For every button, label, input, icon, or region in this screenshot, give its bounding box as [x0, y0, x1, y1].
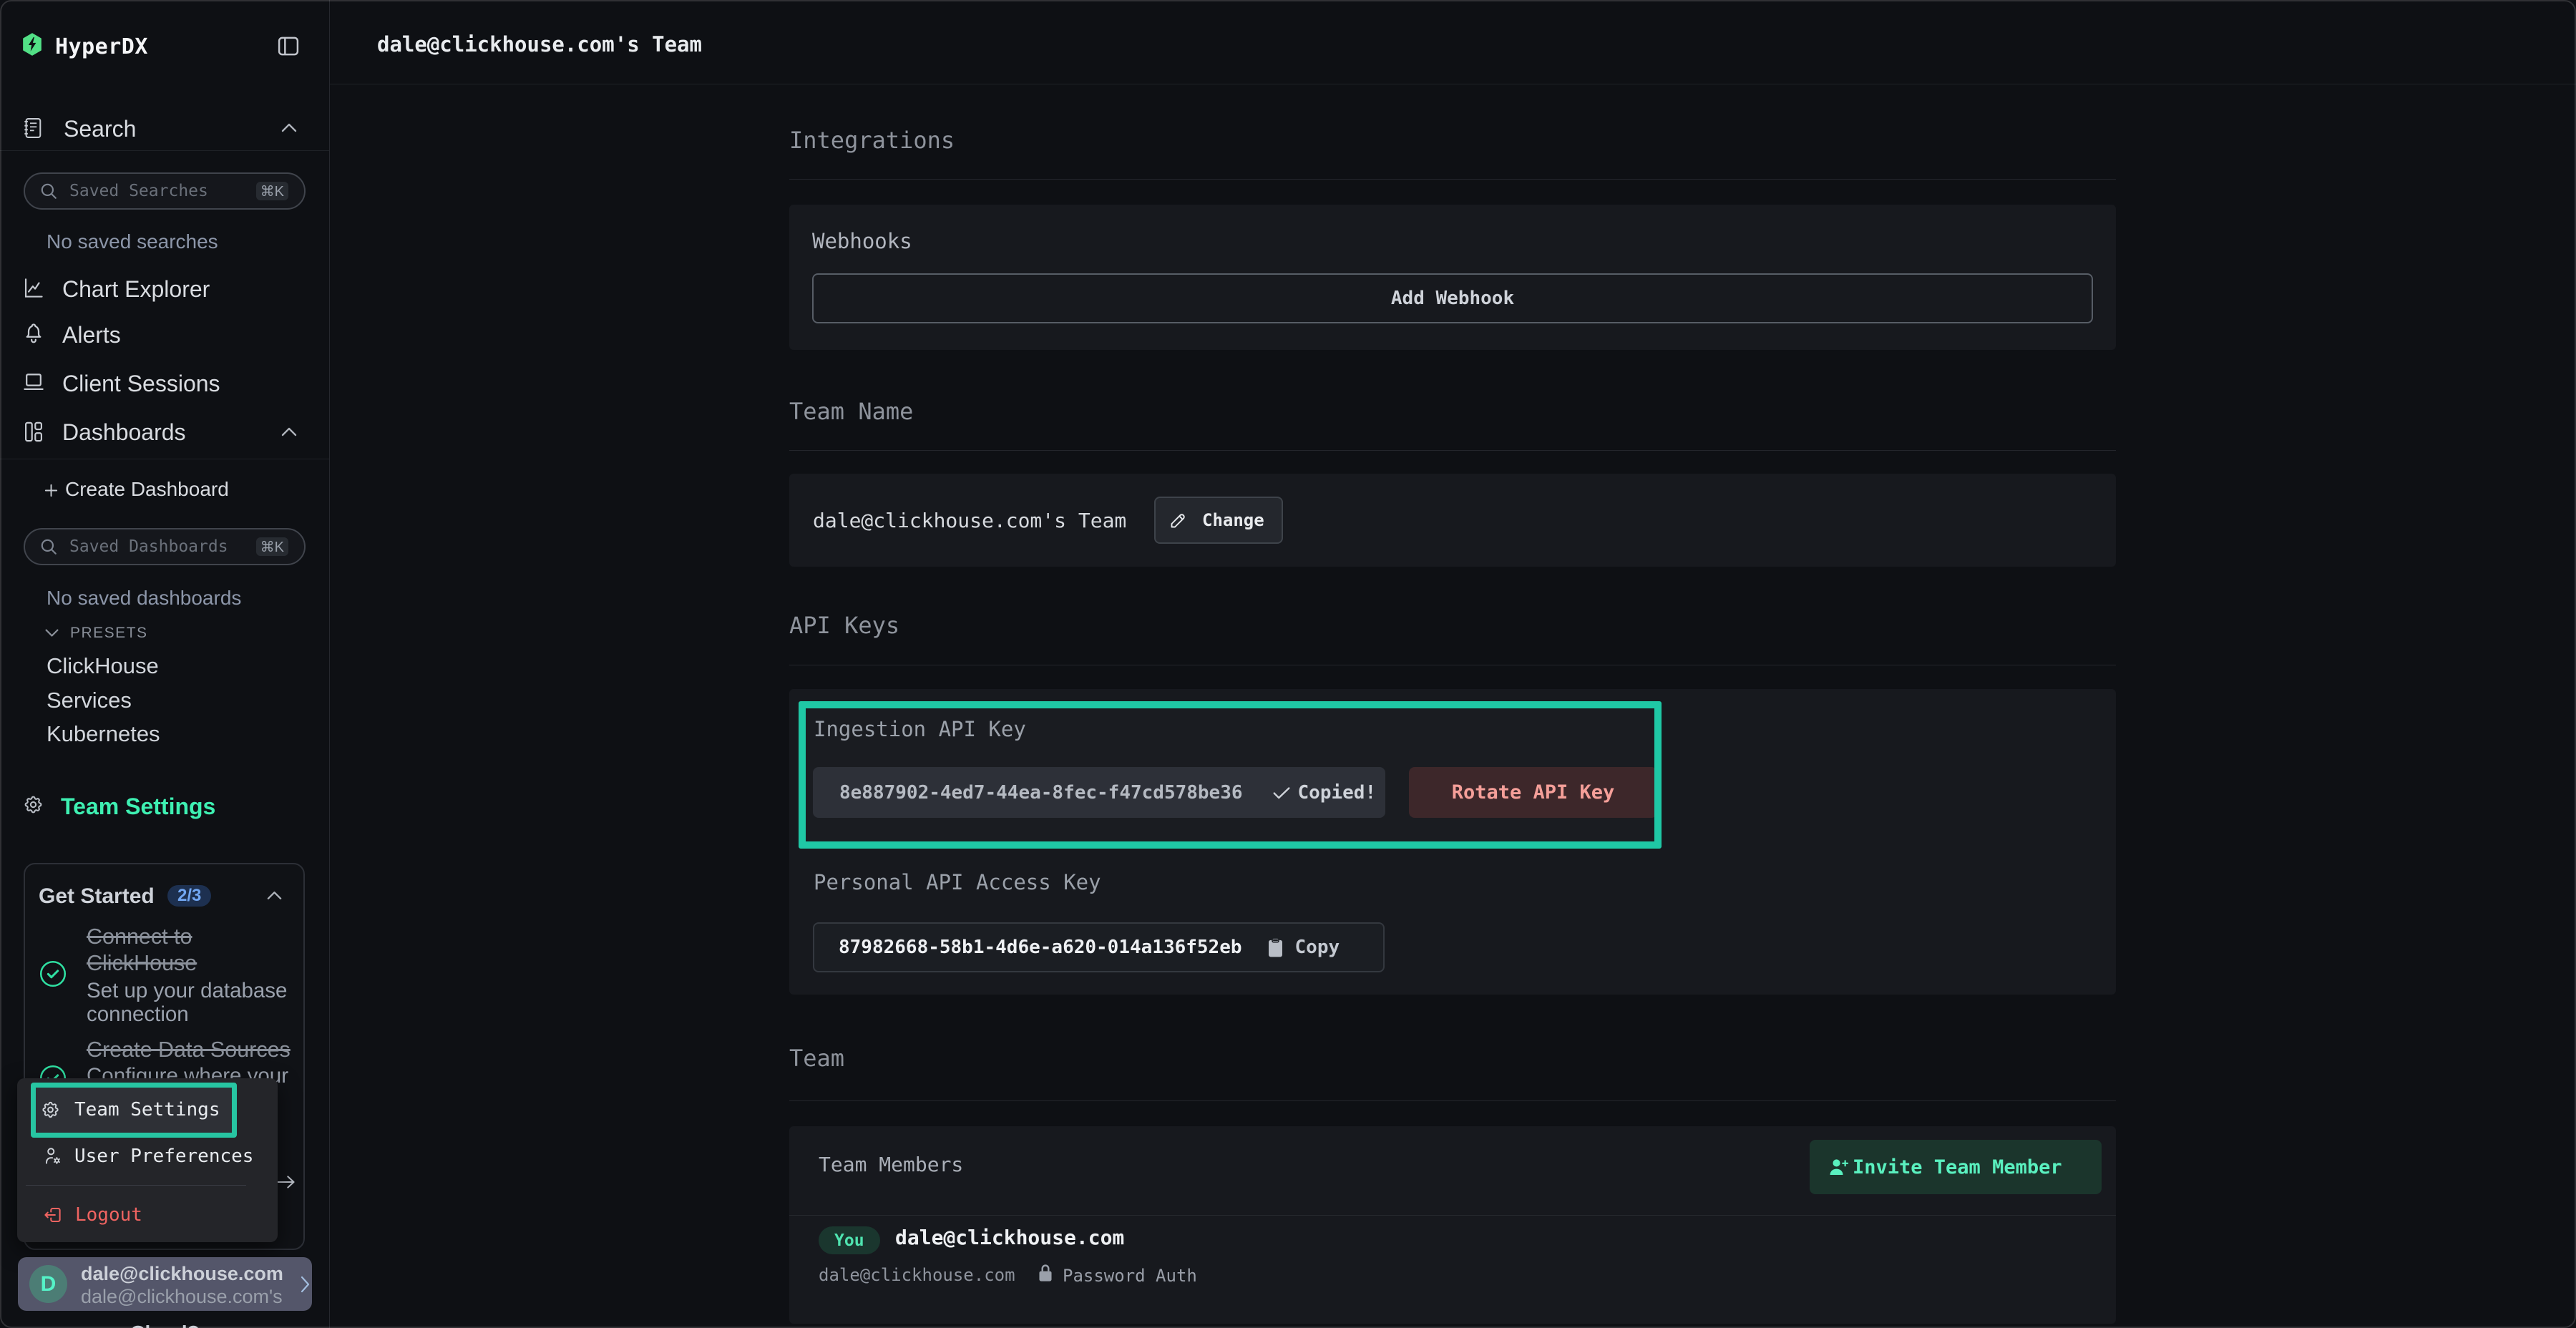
saved-searches-input-field[interactable]: [69, 182, 256, 200]
section-divider: [789, 450, 2116, 451]
team-section-label: Team: [789, 1045, 844, 1072]
check-circle-icon: [39, 960, 67, 987]
chevron-down-icon: [44, 628, 59, 638]
page-header: dale@clickhouse.com's Team: [330, 0, 2576, 84]
sidebar-item-alerts[interactable]: Alerts: [0, 322, 329, 349]
chevron-right-icon: [299, 1275, 311, 1294]
logout-icon: [43, 1205, 62, 1225]
team-card-divider: [789, 1215, 2116, 1216]
invite-team-member-button[interactable]: Invite Team Member: [1810, 1140, 2102, 1194]
preset-item-clickhouse[interactable]: ClickHouse: [47, 653, 159, 679]
menu-item-logout[interactable]: Logout: [43, 1204, 243, 1227]
gear-icon: [41, 1100, 60, 1120]
sidebar-search-label: Search: [64, 116, 136, 142]
personal-api-key-value: 87982668-58b1-4d6e-a620-014a136f52eb: [839, 937, 1242, 958]
team-members-label: Team Members: [819, 1153, 963, 1176]
nav-label: Chart Explorer: [62, 276, 210, 303]
saved-dashboards-input-field[interactable]: [69, 537, 256, 556]
member-email: dale@clickhouse.com: [819, 1265, 1015, 1285]
chart-explorer-icon: [24, 278, 44, 299]
search-journal-icon: [24, 117, 43, 139]
get-started-title: Get Started: [39, 884, 155, 909]
sidebar-divider: [0, 150, 329, 151]
magnifier-icon: [39, 537, 58, 556]
change-button-label: Change: [1202, 510, 1264, 530]
sidebar-item-chart-explorer[interactable]: Chart Explorer: [0, 276, 329, 303]
shortcut-badge: ⌘K: [256, 182, 288, 200]
preset-item-services[interactable]: Services: [47, 688, 132, 713]
menu-logout-label: Logout: [75, 1204, 142, 1226]
get-started-progress-badge: 2/3: [167, 885, 211, 907]
page-title: dale@clickhouse.com's Team: [377, 32, 702, 57]
section-divider: [789, 1100, 2116, 1101]
person-plus-icon: [1828, 1157, 1850, 1177]
saved-searches-input[interactable]: ⌘K: [24, 172, 306, 210]
sidebar-item-team-settings[interactable]: Team Settings: [0, 794, 329, 822]
auth-method-label: Password Auth: [1063, 1266, 1197, 1286]
no-saved-dashboards-note: No saved dashboards: [47, 587, 241, 610]
user-gear-icon: [43, 1146, 62, 1166]
create-dashboard-button[interactable]: Create Dashboard: [0, 478, 329, 504]
presets-label: PRESETS: [70, 625, 148, 642]
hyperdx-logo-icon: [22, 33, 42, 56]
team-settings-label: Team Settings: [61, 794, 215, 820]
alerts-bell-icon: [24, 322, 44, 345]
dashboards-layout-icon: [24, 421, 44, 443]
menu-item-user-preferences[interactable]: User Preferences: [43, 1146, 243, 1168]
user-subtitle: dale@clickhouse.com's: [81, 1286, 283, 1308]
pencil-icon: [1169, 511, 1188, 530]
saved-dashboards-input[interactable]: ⌘K: [24, 528, 306, 565]
team-name-section-label: Team Name: [789, 398, 913, 425]
preset-item-kubernetes[interactable]: Kubernetes: [47, 721, 160, 747]
ingestion-key-highlight-box: [799, 701, 1662, 849]
plus-icon: [43, 482, 59, 499]
sidebar-item-client-sessions[interactable]: Client Sessions: [0, 371, 329, 398]
webhooks-title: Webhooks: [812, 229, 912, 253]
nav-label: Dashboards: [62, 419, 186, 446]
presets-toggle[interactable]: PRESETS: [0, 622, 329, 645]
get-started-item-title[interactable]: Connect to ClickHouse: [87, 924, 294, 977]
chevron-up-icon[interactable]: [280, 426, 298, 437]
section-divider: [789, 179, 2116, 180]
change-team-name-button[interactable]: Change: [1154, 497, 1283, 544]
personal-api-key-chip[interactable]: 87982668-58b1-4d6e-a620-014a136f52eb Cop…: [813, 922, 1385, 972]
brand-title: HyperDX: [55, 34, 148, 59]
nav-label: Alerts: [62, 322, 121, 348]
arrow-right-icon: [276, 1173, 296, 1191]
personal-api-key-label: Personal API Access Key: [814, 870, 1101, 894]
client-sessions-laptop-icon: [24, 373, 44, 392]
chevron-up-icon[interactable]: [266, 889, 283, 901]
invite-button-label: Invite Team Member: [1853, 1156, 2062, 1178]
nav-label: Client Sessions: [62, 371, 220, 397]
sidebar-item-search[interactable]: Search: [0, 116, 329, 145]
you-badge: You: [819, 1226, 880, 1254]
avatar: D: [29, 1265, 67, 1303]
team-name-value: dale@clickhouse.com's Team: [813, 509, 1126, 532]
member-name: dale@clickhouse.com: [895, 1226, 1124, 1249]
clipboard-icon: [1267, 937, 1284, 958]
api-keys-section-label: API Keys: [789, 612, 899, 639]
menu-team-settings-label: Team Settings: [74, 1099, 220, 1120]
lock-icon: [1038, 1263, 1053, 1283]
magnifier-icon: [39, 182, 58, 200]
chevron-up-icon[interactable]: [280, 122, 298, 133]
sidebar: HyperDX Search ⌘K No saved searches: [0, 0, 330, 1328]
sidebar-collapse-icon[interactable]: [278, 36, 299, 56]
create-dashboard-label: Create Dashboard: [65, 478, 229, 501]
integrations-section-label: Integrations: [789, 127, 955, 154]
cloud-banner-text[interactable]: Cloud?: [1, 1322, 328, 1328]
user-name: dale@clickhouse.com: [81, 1263, 283, 1285]
get-started-item-desc: Set up your database connection: [87, 979, 301, 1026]
menu-user-preferences-label: User Preferences: [74, 1146, 253, 1167]
sidebar-item-dashboards[interactable]: Dashboards: [0, 419, 329, 446]
no-saved-searches-note: No saved searches: [47, 230, 218, 253]
copy-label: Copy: [1295, 937, 1340, 958]
shortcut-badge: ⌘K: [256, 537, 288, 556]
add-webhook-button[interactable]: Add Webhook: [812, 273, 2093, 323]
gear-icon: [23, 794, 44, 815]
menu-divider: [26, 1185, 246, 1186]
menu-item-team-settings[interactable]: Team Settings: [41, 1099, 241, 1122]
get-started-item-title[interactable]: Create Data Sources: [87, 1037, 294, 1063]
